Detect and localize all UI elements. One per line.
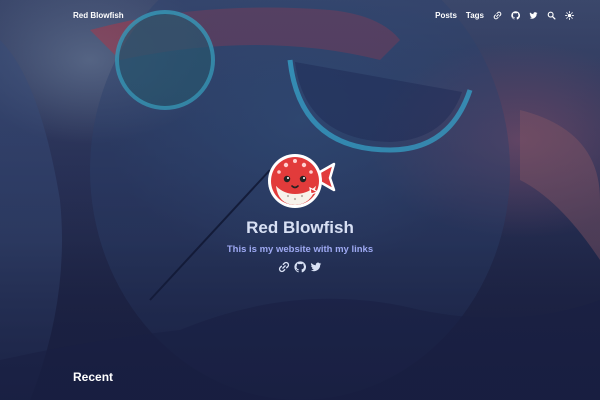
main-nav: Posts Tags <box>435 11 574 20</box>
twitter-icon[interactable] <box>529 11 538 20</box>
nav-posts-link[interactable]: Posts <box>435 11 457 20</box>
site-header: Red Blowfish Posts Tags <box>0 0 600 30</box>
twitter-icon[interactable] <box>310 261 322 273</box>
nav-tags-link[interactable]: Tags <box>466 11 484 20</box>
site-title-link[interactable]: Red Blowfish <box>73 11 124 20</box>
github-icon[interactable] <box>511 10 520 20</box>
link-icon[interactable] <box>278 261 290 273</box>
profile-tagline: This is my website with my links <box>226 244 374 255</box>
blowfish-logo <box>268 154 336 208</box>
search-icon[interactable] <box>547 11 556 20</box>
profile-name: Red Blowfish <box>246 218 354 237</box>
recent-section-title: Recent <box>73 370 114 384</box>
theme-toggle-icon[interactable] <box>565 10 574 20</box>
link-icon[interactable] <box>493 11 502 20</box>
social-links <box>278 261 322 273</box>
github-icon[interactable] <box>294 261 306 273</box>
profile-hero: Red Blowfish This is my website with my … <box>0 150 600 273</box>
